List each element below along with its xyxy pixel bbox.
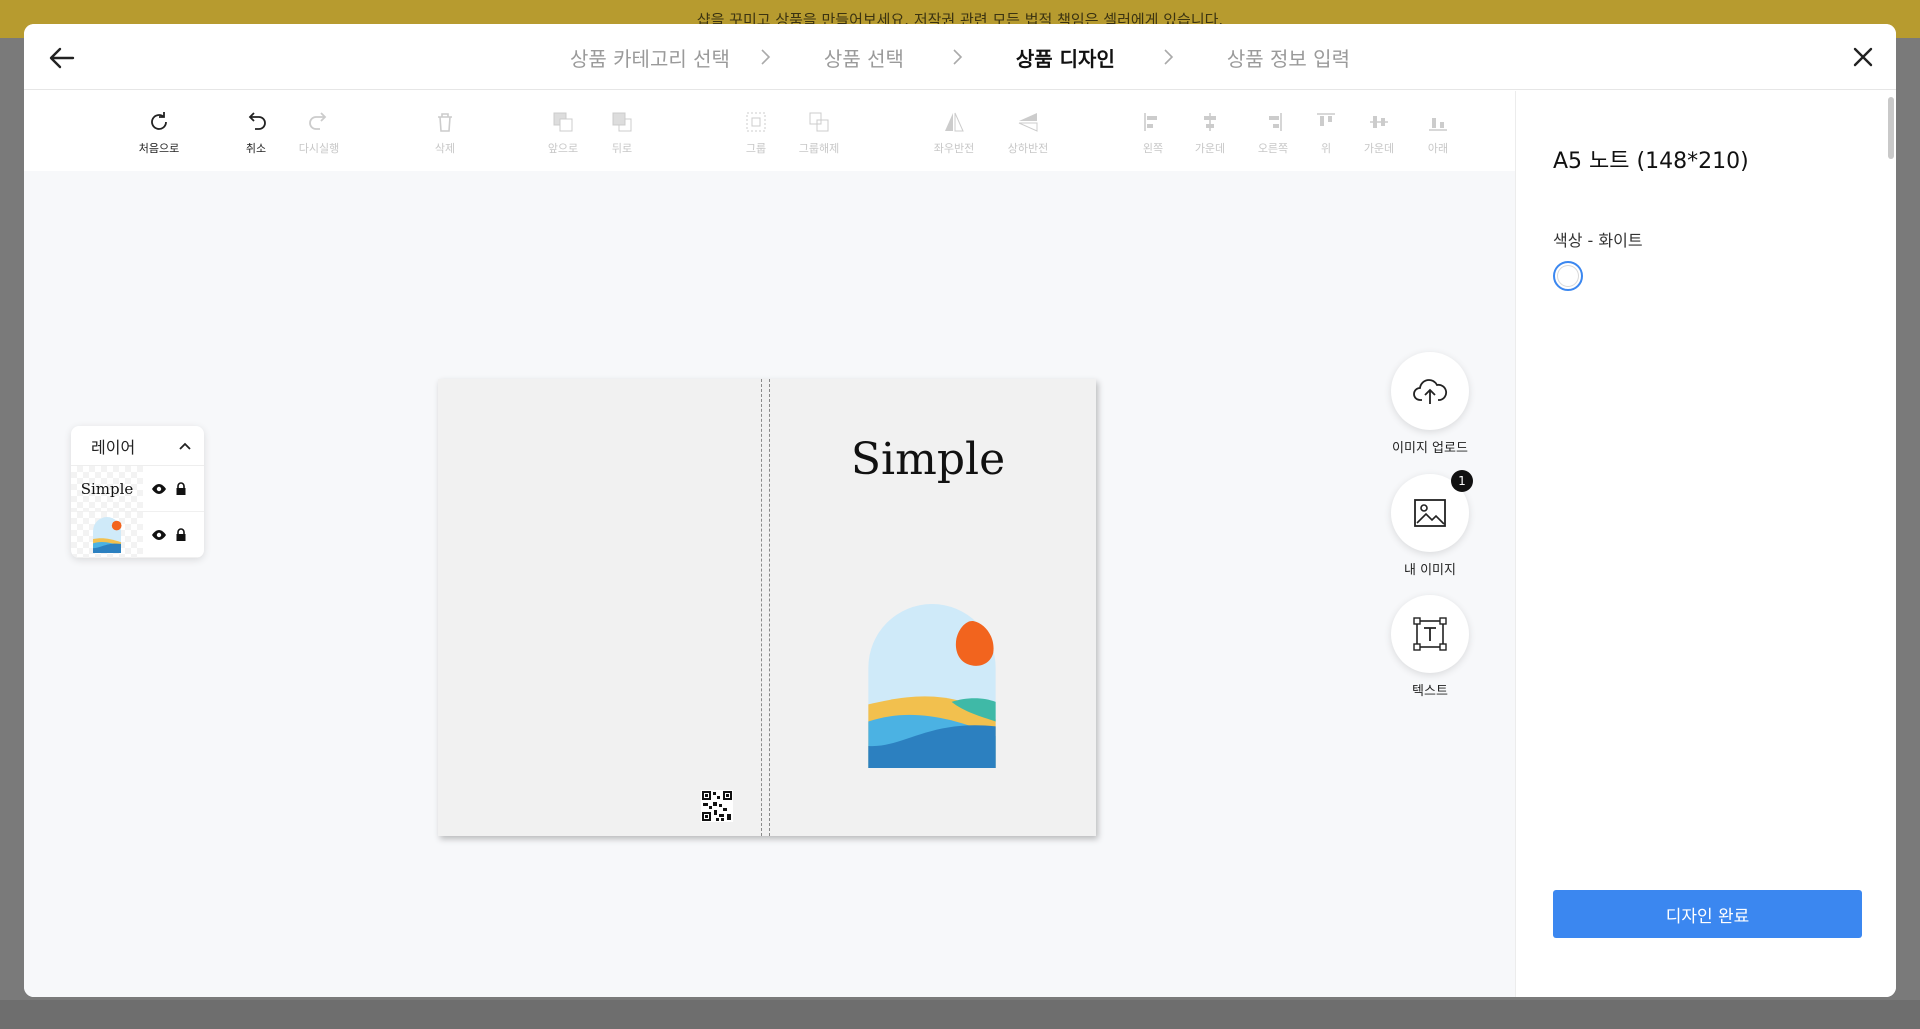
close-icon[interactable] [1848,42,1878,72]
align-bottom-button[interactable]: 아래 [1406,109,1470,156]
align-center-label: 가운데 [1194,142,1226,155]
bring-forward-button[interactable]: 앞으로 [531,109,595,156]
text-box-icon [1413,617,1447,651]
step-navigation: 상품 카테고리 선택 상품 선택 상품 디자인 상품 정보 입력 [24,24,1896,90]
layers-header[interactable]: 레이어 [71,426,204,466]
panel-scrollbar[interactable] [1888,97,1894,159]
text-circle [1391,595,1469,673]
product-name: A5 노트 (148*210) [1553,149,1749,174]
flip-horizontal-label: 좌우반전 [933,142,975,155]
modal-header: 상품 카테고리 선택 상품 선택 상품 디자인 상품 정보 입력 [24,24,1896,90]
redo-button[interactable]: 다시실행 [287,109,351,156]
align-middle-label: 가운데 [1363,142,1395,155]
design-complete-button[interactable]: 디자인 완료 [1553,890,1862,938]
align-left-button[interactable]: 왼쪽 [1121,109,1185,156]
design-workspace: 레이어 Simple Simple 이미지 업로드 1 내 이미지 텍스트 [24,171,1515,997]
align-top-icon [1317,113,1335,126]
align-center-button[interactable]: 가운데 [1178,109,1242,156]
spine-guide-right [769,379,770,836]
notebook-canvas[interactable]: Simple [438,379,1096,836]
chevron-right-icon [1164,49,1173,65]
group-icon [746,112,766,132]
layer-image-thumbnail [93,516,122,553]
image-upload-label: 이미지 업로드 [1392,441,1468,456]
align-top-label: 위 [1320,142,1332,155]
align-bottom-icon [1429,118,1447,131]
cover-title-text[interactable]: Simple [778,434,1078,485]
send-backward-button[interactable]: 뒤로 [590,109,654,156]
undo-icon [248,112,266,130]
chevron-up-icon[interactable] [178,441,192,451]
design-modal: 상품 카테고리 선택 상품 선택 상품 디자인 상품 정보 입력 처음으로 취소… [24,24,1896,997]
align-right-icon [1269,113,1282,131]
cover-illustration[interactable] [868,604,996,772]
send-backward-icon [612,112,632,132]
align-bottom-label: 아래 [1427,142,1449,155]
bring-forward-label: 앞으로 [547,142,579,155]
spine-guide-left [761,379,762,836]
group-label: 그룹 [745,142,767,155]
ungroup-icon [809,112,829,132]
align-middle-button[interactable]: 가운데 [1347,109,1411,156]
delete-button[interactable]: 삭제 [413,109,477,156]
undo-button[interactable]: 취소 [224,109,288,156]
redo-label: 다시실행 [298,142,340,155]
align-center-icon [1204,113,1216,131]
align-left-label: 왼쪽 [1142,142,1164,155]
trash-icon [438,113,452,132]
background-page [0,1000,1920,1029]
my-images-count-badge: 1 [1451,470,1473,492]
align-middle-icon [1370,116,1388,128]
chevron-right-icon [953,49,963,65]
send-backward-label: 뒤로 [611,142,633,155]
eye-icon[interactable] [151,529,167,541]
flip-horizontal-icon [945,112,964,132]
layer-item-image[interactable] [71,511,204,558]
my-images-button[interactable]: 1 내 이미지 [1390,470,1473,578]
ungroup-label: 그룹해제 [798,142,840,155]
cloud-upload-icon [1413,379,1448,404]
align-left-icon [1144,113,1157,131]
step-product-info[interactable]: 상품 정보 입력 [1221,43,1356,72]
align-right-label: 오른쪽 [1257,142,1289,155]
reset-button[interactable]: 처음으로 [127,109,191,156]
lock-icon[interactable] [175,527,187,542]
ungroup-button[interactable]: 그룹해제 [787,109,851,156]
flip-vertical-button[interactable]: 상하반전 [996,109,1060,156]
add-text-label: 텍스트 [1412,684,1448,699]
edit-toolbar: 처음으로 취소 다시실행 삭제 앞으로 뒤로 그룹 그룹해제 좌우반전 상하반전… [24,91,1515,171]
step-category[interactable]: 상품 카테고리 선택 [564,43,736,72]
color-label: 색상 - 화이트 [1553,231,1643,250]
step-product-select[interactable]: 상품 선택 [818,43,910,72]
image-icon [1414,499,1446,527]
flip-vertical-icon [1018,113,1038,132]
group-button[interactable]: 그룹 [724,109,788,156]
layer-item-text[interactable]: Simple [71,465,204,512]
refresh-icon [151,112,167,130]
layers-title: 레이어 [91,437,136,457]
flip-horizontal-button[interactable]: 좌우반전 [922,109,986,156]
eye-icon[interactable] [151,483,167,495]
product-options-panel: A5 노트 (148*210) 색상 - 화이트 디자인 완료 [1515,91,1896,997]
flip-vertical-label: 상하반전 [1007,142,1049,155]
add-text-button[interactable]: 텍스트 [1390,595,1470,699]
layer-thumbnail: Simple [71,465,143,512]
reset-label: 처음으로 [138,142,180,155]
color-swatch-white[interactable] [1553,261,1583,291]
image-upload-button[interactable]: 이미지 업로드 [1390,352,1470,456]
undo-label: 취소 [245,142,267,155]
layer-thumbnail [71,511,143,558]
redo-icon [309,112,327,130]
delete-label: 삭제 [434,142,456,155]
bring-forward-icon [553,112,573,132]
lock-icon[interactable] [175,481,187,496]
layer-thumb-text: Simple [80,479,134,498]
qr-code [701,790,733,826]
step-product-design[interactable]: 상품 디자인 [1009,43,1121,77]
chevron-right-icon [761,49,771,65]
my-images-label: 내 이미지 [1404,563,1456,578]
my-images-circle: 1 [1391,470,1473,552]
layers-panel: 레이어 Simple [71,426,204,558]
upload-circle [1391,352,1469,430]
